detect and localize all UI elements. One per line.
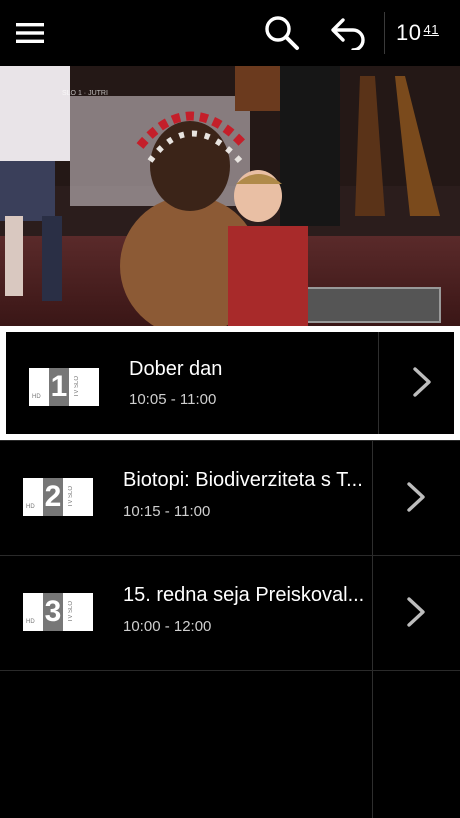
hamburger-menu-icon[interactable]: [6, 0, 54, 66]
channel-number: 1: [50, 370, 68, 403]
header-separator: [384, 12, 385, 54]
list-item[interactable]: 1 HD TV SLO Dober dan 10:05 - 11:00: [0, 326, 460, 441]
channel-badge: HD: [26, 619, 35, 625]
chevron-right-icon[interactable]: [404, 596, 428, 628]
program-time: 10:00 - 12:00: [123, 618, 212, 635]
chevron-right-icon[interactable]: [410, 366, 434, 398]
program-list: 1 HD TV SLO Dober dan 10:05 - 11:00 2 HD…: [0, 326, 460, 818]
program-time: 10:05 - 11:00: [129, 391, 217, 408]
back-arrow-icon[interactable]: [322, 0, 374, 66]
program-title: 15. redna seja Preiskoval...: [123, 584, 365, 606]
top-bar: 10 41: [0, 0, 460, 66]
clock-hours: 10: [396, 20, 422, 45]
clock: 10 41: [396, 0, 439, 66]
clock-minutes: 41: [423, 21, 439, 37]
channel-number: 3: [44, 595, 62, 628]
video-overlay-text: SLO 1 · JUTRI: [62, 90, 108, 97]
empty-area-divider: [372, 671, 373, 818]
channel-logo: 2 HD TV SLO: [23, 478, 93, 516]
row-divider: [372, 556, 373, 670]
video-frame: SLO 1 · JUTRI: [0, 66, 460, 326]
channel-side-label: TV SLO: [74, 376, 80, 398]
channel-number: 2: [44, 480, 62, 513]
program-title: Dober dan: [129, 358, 223, 380]
program-time: 10:15 - 11:00: [123, 503, 211, 520]
search-icon[interactable]: [258, 0, 306, 66]
channel-logo: 1 HD TV SLO: [29, 368, 99, 406]
program-title: Biotopi: Biodiverziteta s T...: [123, 469, 363, 491]
list-item[interactable]: 2 HD TV SLO Biotopi: Biodiverziteta s T.…: [0, 441, 460, 556]
channel-badge: HD: [32, 394, 41, 400]
list-item[interactable]: 3 HD TV SLO 15. redna seja Preiskoval...…: [0, 556, 460, 671]
row-divider: [378, 332, 379, 434]
channel-logo: 3 HD TV SLO: [23, 593, 93, 631]
channel-side-label: TV SLO: [68, 486, 74, 508]
channel-side-label: TV SLO: [68, 601, 74, 623]
channel-badge: HD: [26, 504, 35, 510]
row-divider: [372, 441, 373, 555]
video-player[interactable]: SLO 1 · JUTRI: [0, 66, 460, 326]
chevron-right-icon[interactable]: [404, 481, 428, 513]
